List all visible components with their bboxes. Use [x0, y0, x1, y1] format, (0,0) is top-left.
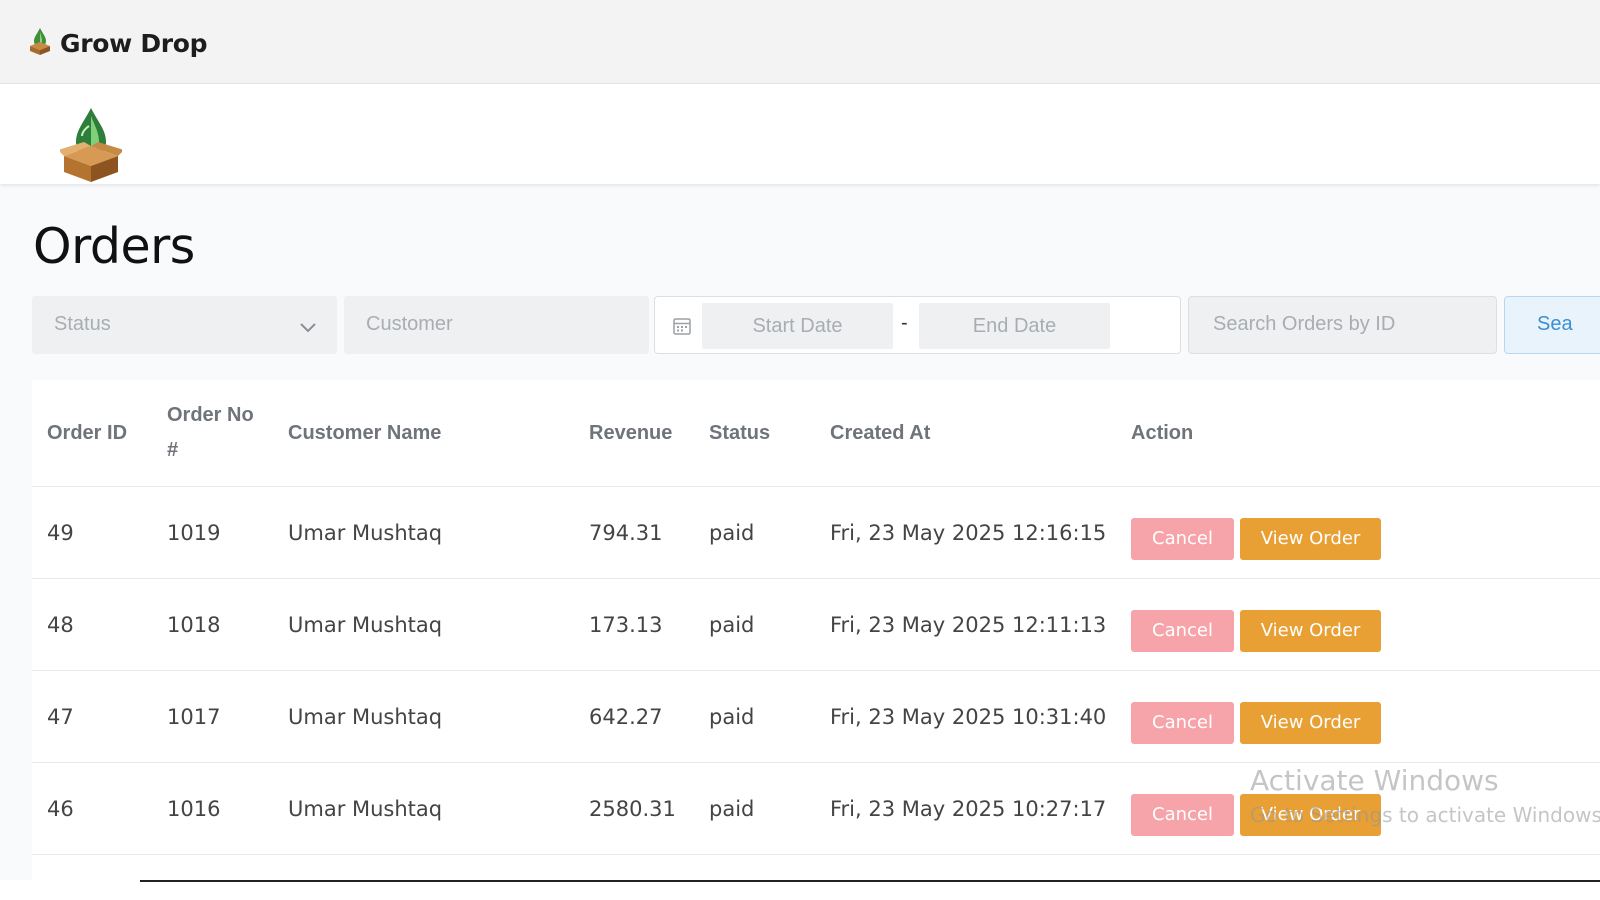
search-button-label: Sea — [1537, 313, 1573, 335]
search-orders-input[interactable]: Search Orders by ID — [1188, 296, 1497, 354]
cell-customer: Umar Mushtaq — [288, 705, 443, 729]
header-order-no-hash: # — [167, 439, 179, 461]
cell-customer: Umar Mushtaq — [288, 613, 443, 637]
cell-order-id: 49 — [47, 521, 74, 545]
top-navbar: Grow Drop — [0, 0, 1600, 84]
view-order-button[interactable]: View Order — [1240, 702, 1381, 744]
cell-status: paid — [709, 705, 755, 729]
cell-created-at: Fri, 23 May 2025 12:16:15 — [830, 521, 1107, 545]
cell-order-no: 1017 — [167, 705, 221, 729]
status-select[interactable]: Status — [32, 296, 337, 354]
date-separator: - — [901, 312, 908, 334]
bottom-divider — [140, 880, 1600, 882]
brand[interactable]: Grow Drop — [28, 26, 208, 61]
cancel-button[interactable]: Cancel — [1131, 702, 1234, 744]
header-created-at: Created At — [830, 422, 931, 444]
cell-order-id: 47 — [47, 705, 74, 729]
table-row: 48 1018 Umar Mushtaq 173.13 paid Fri, 23… — [32, 578, 1600, 670]
cell-status: paid — [709, 521, 755, 545]
view-order-button[interactable]: View Order — [1240, 610, 1381, 652]
cell-customer: Umar Mushtaq — [288, 521, 443, 545]
bottom-strip — [0, 880, 1600, 900]
cell-order-no: 1018 — [167, 613, 221, 637]
cell-revenue: 794.31 — [589, 521, 663, 545]
calendar-icon[interactable] — [672, 316, 692, 342]
grow-drop-logo-icon — [28, 26, 52, 61]
cancel-button[interactable]: Cancel — [1131, 610, 1234, 652]
header-action: Action — [1131, 422, 1194, 444]
cell-order-id: 46 — [47, 797, 74, 821]
cancel-button[interactable]: Cancel — [1131, 794, 1234, 836]
end-date-input[interactable]: End Date — [919, 303, 1110, 349]
cell-order-id: 48 — [47, 613, 74, 637]
header-status: Status — [709, 422, 771, 444]
cell-status: paid — [709, 797, 755, 821]
customer-select[interactable]: Customer — [344, 296, 649, 354]
cell-created-at: Fri, 23 May 2025 12:11:13 — [830, 613, 1107, 637]
customer-placeholder: Customer — [366, 313, 453, 335]
activate-windows-subtext: Go to Settings to activate Windows. — [1250, 803, 1600, 827]
search-orders-placeholder: Search Orders by ID — [1213, 313, 1396, 335]
logo-banner — [0, 84, 1600, 184]
chevron-down-icon — [299, 316, 317, 339]
cell-created-at: Fri, 23 May 2025 10:27:17 — [830, 797, 1107, 821]
cell-order-no: 1019 — [167, 521, 221, 545]
header-customer-name: Customer Name — [288, 422, 442, 444]
header-order-no: Order No — [167, 404, 254, 426]
brand-name: Grow Drop — [60, 29, 208, 58]
cell-status: paid — [709, 613, 755, 637]
cell-order-no: 1016 — [167, 797, 221, 821]
header-order-id: Order ID — [47, 422, 128, 444]
cell-revenue: 173.13 — [589, 613, 663, 637]
view-order-button[interactable]: View Order — [1240, 518, 1381, 560]
cancel-button[interactable]: Cancel — [1131, 518, 1234, 560]
start-date-input[interactable]: Start Date — [702, 303, 893, 349]
status-select-label: Status — [54, 313, 111, 335]
cell-revenue: 2580.31 — [589, 797, 676, 821]
date-range-picker[interactable]: Start Date - End Date — [654, 296, 1181, 354]
table-row-divider — [32, 854, 1600, 880]
cell-revenue: 642.27 — [589, 705, 663, 729]
table-row: 47 1017 Umar Mushtaq 642.27 paid Fri, 23… — [32, 670, 1600, 762]
grow-drop-logo-large-icon — [58, 106, 124, 189]
search-button[interactable]: Sea — [1504, 296, 1600, 354]
cell-customer: Umar Mushtaq — [288, 797, 443, 821]
table-row: 49 1019 Umar Mushtaq 794.31 paid Fri, 23… — [32, 486, 1600, 578]
header-revenue: Revenue — [589, 422, 673, 444]
page-title: Orders — [33, 218, 195, 275]
activate-windows-watermark: Activate Windows — [1250, 764, 1499, 797]
cell-created-at: Fri, 23 May 2025 10:31:40 — [830, 705, 1107, 729]
